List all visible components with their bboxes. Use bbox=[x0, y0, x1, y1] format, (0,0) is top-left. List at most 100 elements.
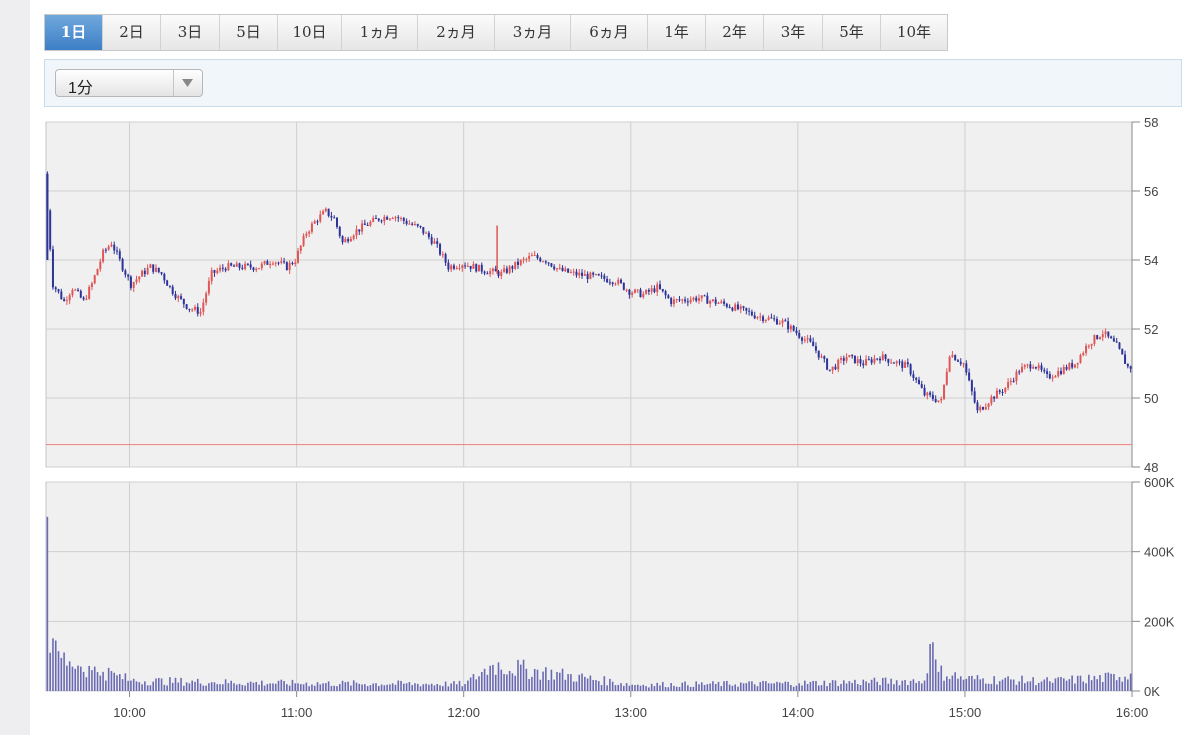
volume-bar bbox=[425, 683, 427, 691]
volume-bar bbox=[302, 684, 305, 691]
candle-body bbox=[1104, 331, 1107, 335]
candle-body bbox=[391, 218, 394, 220]
volume-bar bbox=[169, 677, 171, 691]
candle-body bbox=[1023, 365, 1026, 367]
volume-bar bbox=[890, 678, 892, 691]
candle-body bbox=[915, 377, 918, 380]
volume-bar bbox=[673, 685, 675, 691]
volume-bar bbox=[377, 686, 380, 691]
volume-bar bbox=[731, 685, 734, 691]
candle-body bbox=[912, 374, 915, 378]
candle-body bbox=[773, 318, 776, 320]
candle-body bbox=[163, 273, 166, 281]
candle-body bbox=[589, 272, 592, 280]
candle-body bbox=[812, 341, 815, 347]
candle-body bbox=[689, 299, 692, 303]
volume-bar bbox=[194, 681, 196, 691]
volume-bar bbox=[625, 683, 628, 691]
candle-body bbox=[1007, 382, 1010, 388]
candle-body bbox=[1124, 354, 1127, 364]
candle-body bbox=[633, 289, 636, 293]
volume-bar bbox=[66, 665, 68, 691]
candle-body bbox=[224, 268, 227, 271]
volume-bar bbox=[255, 681, 258, 691]
volume-bar bbox=[1049, 681, 1051, 691]
candle-body bbox=[294, 262, 297, 264]
volume-bar bbox=[489, 665, 491, 691]
volume-bar bbox=[650, 683, 653, 691]
candle-body bbox=[491, 268, 494, 272]
candle-body bbox=[597, 274, 600, 276]
volume-bar bbox=[74, 668, 77, 691]
volume-bar bbox=[751, 681, 753, 691]
volume-bar bbox=[1001, 679, 1004, 691]
candle-body bbox=[258, 268, 261, 270]
candle-body bbox=[909, 364, 912, 375]
volume-bar bbox=[703, 684, 706, 691]
candle-body bbox=[709, 300, 712, 304]
candle-body bbox=[88, 286, 91, 299]
volume-bar bbox=[706, 684, 709, 691]
candle-body bbox=[447, 262, 450, 270]
candle-body bbox=[840, 358, 843, 360]
volume-bar bbox=[1026, 681, 1029, 691]
volume-bar bbox=[600, 684, 603, 691]
volume-bar bbox=[91, 670, 93, 691]
volume-bar bbox=[372, 683, 374, 691]
volume-bar bbox=[263, 685, 266, 691]
candle-body bbox=[700, 295, 703, 299]
volume-bar bbox=[642, 684, 645, 691]
candle-body bbox=[221, 267, 224, 269]
volume-bar bbox=[776, 681, 778, 691]
volume-bar bbox=[648, 687, 650, 691]
candle-body bbox=[767, 317, 770, 320]
candle-body bbox=[714, 299, 717, 304]
candle-body bbox=[116, 250, 119, 252]
candle-body bbox=[71, 289, 74, 296]
volume-bar bbox=[316, 682, 319, 691]
volume-bar bbox=[299, 684, 302, 691]
volume-bar bbox=[1101, 682, 1104, 691]
candle-body bbox=[686, 301, 689, 303]
candle-body bbox=[970, 380, 973, 392]
candle-body bbox=[1043, 369, 1046, 372]
candle-body bbox=[940, 398, 943, 401]
volume-bar bbox=[767, 683, 770, 691]
candle-body bbox=[814, 346, 817, 351]
candle-body bbox=[210, 270, 213, 282]
volume-bar bbox=[199, 683, 202, 691]
volume-bar bbox=[1065, 680, 1068, 691]
candle-body bbox=[734, 304, 737, 311]
candle-body bbox=[174, 294, 177, 299]
candle-body bbox=[1040, 365, 1043, 370]
volume-bar bbox=[439, 685, 441, 691]
candle-body bbox=[600, 275, 603, 277]
volume-bar bbox=[920, 683, 923, 691]
volume-bar bbox=[926, 673, 929, 691]
candle-body bbox=[193, 306, 196, 310]
candle-body bbox=[232, 265, 235, 267]
candle-body bbox=[1021, 366, 1024, 373]
volume-bar bbox=[146, 685, 149, 691]
candle-body bbox=[333, 217, 336, 219]
volume-bar bbox=[873, 677, 876, 691]
volume-bar bbox=[389, 684, 391, 691]
volume-bar bbox=[149, 685, 152, 691]
candle-body bbox=[63, 299, 66, 301]
candle-body bbox=[956, 360, 959, 362]
candle-body bbox=[789, 325, 792, 330]
volume-bar bbox=[313, 685, 316, 691]
volume-bar bbox=[405, 683, 408, 691]
volume-bar bbox=[444, 681, 447, 691]
volume-bar bbox=[907, 685, 909, 691]
volume-bar bbox=[157, 677, 160, 691]
candle-body bbox=[1126, 363, 1129, 367]
volume-bar bbox=[500, 669, 503, 691]
volume-bar bbox=[113, 672, 116, 691]
volume-bar bbox=[1037, 682, 1040, 691]
candle-body bbox=[720, 301, 723, 303]
candle-body bbox=[177, 296, 180, 299]
candle-body bbox=[366, 224, 369, 226]
candle-body bbox=[647, 289, 650, 292]
candle-body bbox=[1129, 366, 1132, 369]
